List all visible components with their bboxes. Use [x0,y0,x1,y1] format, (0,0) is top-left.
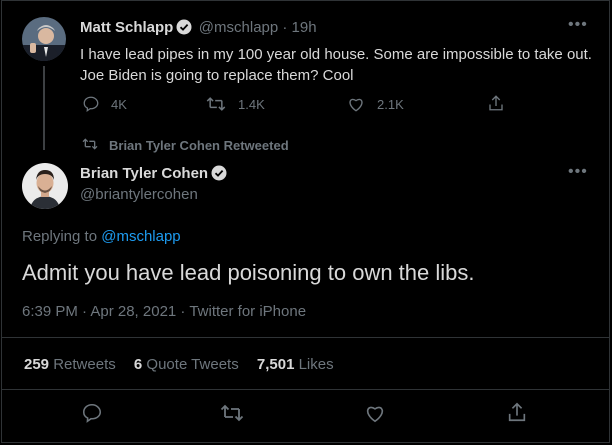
retweets-count: 259 [24,356,50,373]
main-author-name[interactable]: Brian Tyler Cohen [80,165,208,182]
replying-handle-link[interactable]: @mschlapp [101,228,180,245]
main-tweet-text: Admit you have lead poisoning to own the… [22,260,475,285]
share-icon[interactable] [487,94,505,112]
share-icon[interactable] [506,401,528,423]
retweet-context[interactable]: Brian Tyler Cohen Retweeted [109,138,289,153]
quoted-like-count: 2.1K [377,97,404,112]
verified-badge-icon [211,165,227,181]
quoted-tweet-header: Matt Schlapp @mschlapp · 19h [80,19,317,37]
verified-badge-icon [176,19,192,35]
likes-count: 7,501 [256,356,295,373]
divider [1,337,610,338]
retweets-label: Retweets [53,356,116,373]
quote-tweets-stat[interactable]: 6 Quote Tweets [134,356,239,373]
main-handle[interactable]: @briantylercohen [80,186,198,203]
quoted-retweet-count: 1.4K [238,97,265,112]
quoted-text-line2: Joe Biden is going to replace them? Cool [80,67,354,84]
engagement-row: 259 Retweets 6 Quote Tweets 7,501 Likes [24,356,334,373]
matt-schlapp-avatar[interactable] [22,17,66,61]
quotes-label: Quote Tweets [146,356,239,373]
quoted-author-name[interactable]: Matt Schlapp [80,19,173,36]
quoted-handle-time[interactable]: @mschlapp · 19h [199,19,317,36]
likes-stat[interactable]: 7,501 Likes [257,356,334,373]
quoted-tweet-text: I have lead pipes in my 100 year old hou… [80,44,600,86]
more-dots-icon[interactable]: ••• [568,163,588,181]
retweet-icon[interactable] [220,403,244,423]
tweet-meta[interactable]: 6:39 PM · Apr 28, 2021 · Twitter for iPh… [22,303,306,320]
retweets-stat[interactable]: 259 Retweets [24,356,116,373]
like-icon[interactable] [347,95,365,113]
main-author-row: Brian Tyler Cohen [80,165,227,183]
thread-line [43,66,45,150]
brian-tyler-cohen-avatar[interactable] [22,163,68,209]
reply-icon[interactable] [81,402,103,424]
quotes-count: 6 [133,356,143,373]
reply-icon[interactable] [82,95,100,113]
divider [1,389,610,390]
quoted-text-line1: I have lead pipes in my 100 year old hou… [80,46,592,63]
likes-label: Likes [298,356,334,373]
like-icon[interactable] [364,402,386,424]
replying-to: Replying to @mschlapp [22,228,181,245]
quoted-reply-count: 4K [111,97,127,112]
replying-prefix: Replying to [22,228,98,245]
retweet-icon [82,137,98,151]
retweet-icon[interactable] [206,95,226,113]
more-dots-icon[interactable]: ••• [568,16,588,34]
